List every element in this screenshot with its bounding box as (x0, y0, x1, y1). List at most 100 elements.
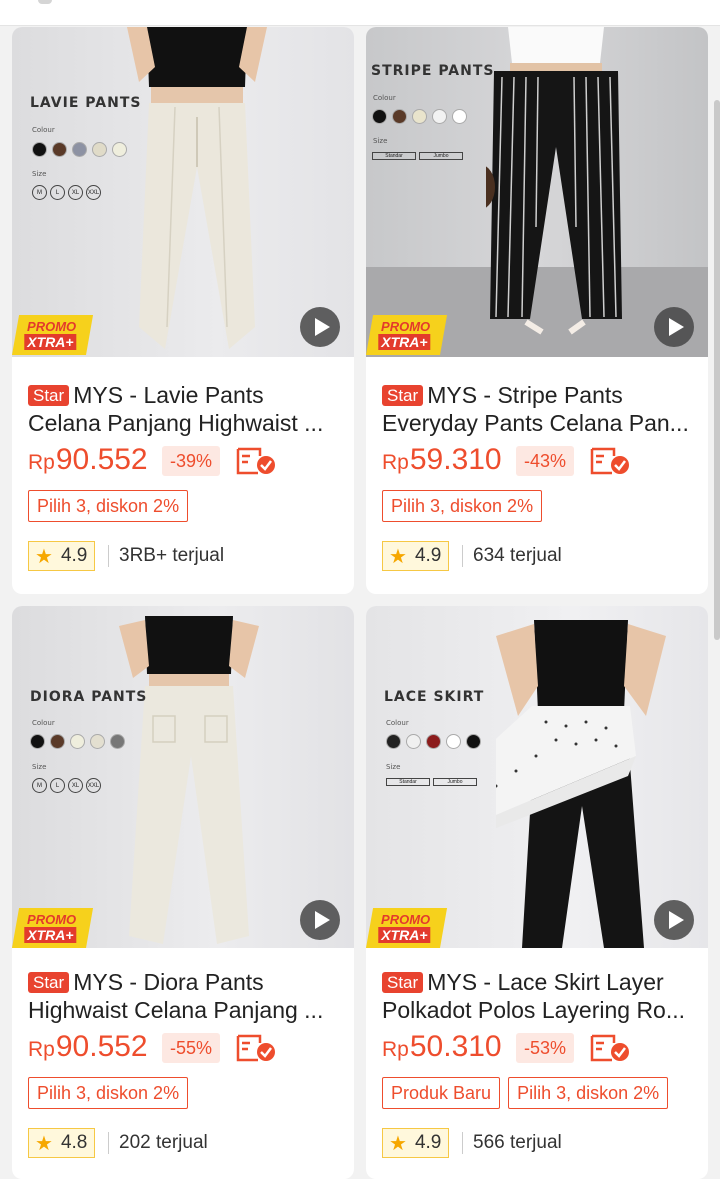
rating-badge: ★ 4.9 (382, 541, 450, 571)
product-card[interactable]: LAVIE PANTS Colour Size M L XL XXL PROMO XT… (12, 27, 354, 594)
size-option: M (32, 778, 47, 793)
promo-xtra-badge: PROMO XTRA+ (12, 315, 94, 355)
product-card[interactable]: STRIPE PANTS Colour Size Standar Jumbo PR… (366, 27, 708, 594)
star-icon: ★ (389, 1132, 407, 1155)
top-bar-handle (38, 0, 52, 4)
promo-text: PROMO (27, 319, 77, 334)
product-image[interactable]: LACE SKIRT Colour Size Standar Jumbo PROM… (366, 606, 708, 948)
price-currency: Rp (28, 451, 55, 474)
sold-count: 634 terjual (473, 545, 562, 566)
size-option: XXL (86, 778, 101, 793)
promo-tags: Pilih 3, diskon 2% (382, 490, 543, 522)
product-card[interactable]: DIORA PANTS Colour Size M L XL XXL PROMO XT… (12, 606, 354, 1179)
promo-xtra-text: XTRA+ (378, 927, 431, 943)
play-icon[interactable] (300, 900, 340, 940)
image-colour-label: Colour (386, 719, 409, 727)
price-currency: Rp (382, 451, 409, 474)
image-size-label: Size (373, 137, 388, 145)
product-image[interactable]: STRIPE PANTS Colour Size Standar Jumbo PR… (366, 27, 708, 357)
size-option: XL (68, 185, 83, 200)
image-product-label: LACE SKIRT (384, 689, 485, 705)
rating-value: 4.9 (414, 545, 442, 566)
product-price: Rp 50.310 (382, 1030, 502, 1064)
sold-count: 566 terjual (473, 1132, 562, 1153)
size-option: Jumbo (419, 152, 463, 160)
product-title-line1: MYS - Diora Pants (73, 969, 264, 995)
promo-tags: Pilih 3, diskon 2% (28, 1077, 189, 1109)
divider (462, 545, 463, 567)
colour-swatch (70, 734, 85, 749)
colour-swatch (30, 734, 45, 749)
star-badge: Star (28, 972, 70, 993)
colour-swatches (30, 734, 125, 749)
size-option: Standar (372, 152, 416, 160)
colour-swatch (372, 109, 387, 124)
colour-swatch (452, 109, 467, 124)
product-title[interactable]: Star MYS - Diora Pants Highwaist Celana P… (28, 968, 340, 1024)
product-title-line2: Celana Panjang Highwaist ... (28, 410, 324, 436)
rating-value: 4.9 (60, 545, 88, 566)
top-bar (0, 0, 720, 26)
scrollbar[interactable] (714, 100, 720, 640)
promo-xtra-badge: PROMO XTRA+ (12, 908, 94, 948)
free-shipping-icon (590, 1034, 629, 1062)
colour-swatch (50, 734, 65, 749)
sold-count: 3RB+ terjual (119, 545, 225, 566)
promo-tag: Pilih 3, diskon 2% (508, 1077, 669, 1109)
product-title-line1: MYS - Stripe Pants (427, 382, 623, 408)
product-image[interactable]: DIORA PANTS Colour Size M L XL XXL PROMO XT… (12, 606, 354, 948)
discount-badge: -53% (516, 1033, 575, 1063)
product-title-line2: Highwaist Celana Panjang ... (28, 997, 324, 1023)
promo-xtra-badge: PROMO XTRA+ (366, 315, 448, 355)
sold-count: 202 terjual (119, 1132, 208, 1153)
play-icon[interactable] (300, 307, 340, 347)
free-shipping-icon (236, 1034, 275, 1062)
free-shipping-icon (236, 447, 275, 475)
promo-tag: Pilih 3, diskon 2% (28, 1077, 189, 1109)
product-title[interactable]: Star MYS - Lace Skirt Layer Polkadot Polo… (382, 968, 694, 1024)
colour-swatch (446, 734, 461, 749)
promo-xtra-text: XTRA+ (24, 927, 77, 943)
image-product-label: DIORA PANTS (30, 689, 148, 705)
discount-badge: -55% (162, 1033, 221, 1063)
product-title[interactable]: Star MYS - Stripe Pants Everyday Pants Ce… (382, 381, 694, 437)
size-option: L (50, 778, 65, 793)
promo-tag: Pilih 3, diskon 2% (382, 490, 543, 522)
colour-swatches (372, 109, 467, 124)
promo-tags: Pilih 3, diskon 2% (28, 490, 189, 522)
divider (108, 545, 109, 567)
colour-swatch (112, 142, 127, 157)
star-icon: ★ (35, 1132, 53, 1155)
promo-text: PROMO (381, 912, 431, 927)
image-product-label: LAVIE PANTS (30, 95, 142, 111)
play-icon[interactable] (654, 307, 694, 347)
play-icon[interactable] (654, 900, 694, 940)
model-figure (127, 27, 267, 349)
product-card[interactable]: LACE SKIRT Colour Size Standar Jumbo PROM… (366, 606, 708, 1179)
discount-badge: -43% (516, 446, 575, 476)
size-option: Standar (386, 778, 430, 786)
star-icon: ★ (35, 545, 53, 568)
size-option: Jumbo (433, 778, 477, 786)
free-shipping-icon (590, 447, 629, 475)
product-price: Rp 90.552 (28, 1030, 148, 1064)
promo-text: PROMO (27, 912, 77, 927)
colour-swatch (412, 109, 427, 124)
size-option: XXL (86, 185, 101, 200)
promo-tag: Pilih 3, diskon 2% (28, 490, 189, 522)
product-title-line2: Everyday Pants Celana Pan... (382, 410, 689, 436)
product-price: Rp 90.552 (28, 443, 148, 477)
colour-swatches (386, 734, 481, 749)
promo-xtra-badge: PROMO XTRA+ (366, 908, 448, 948)
rating-value: 4.9 (414, 1132, 442, 1153)
product-price: Rp 59.310 (382, 443, 502, 477)
product-title[interactable]: Star MYS - Lavie Pants Celana Panjang Hig… (28, 381, 340, 437)
promo-xtra-text: XTRA+ (24, 334, 77, 350)
colour-swatch (392, 109, 407, 124)
image-size-label: Size (32, 763, 47, 771)
colour-swatch (32, 142, 47, 157)
product-image[interactable]: LAVIE PANTS Colour Size M L XL XXL PROMO XT… (12, 27, 354, 357)
colour-swatch (52, 142, 67, 157)
size-options: M L XL XXL (32, 185, 101, 200)
image-size-label: Size (32, 170, 47, 178)
